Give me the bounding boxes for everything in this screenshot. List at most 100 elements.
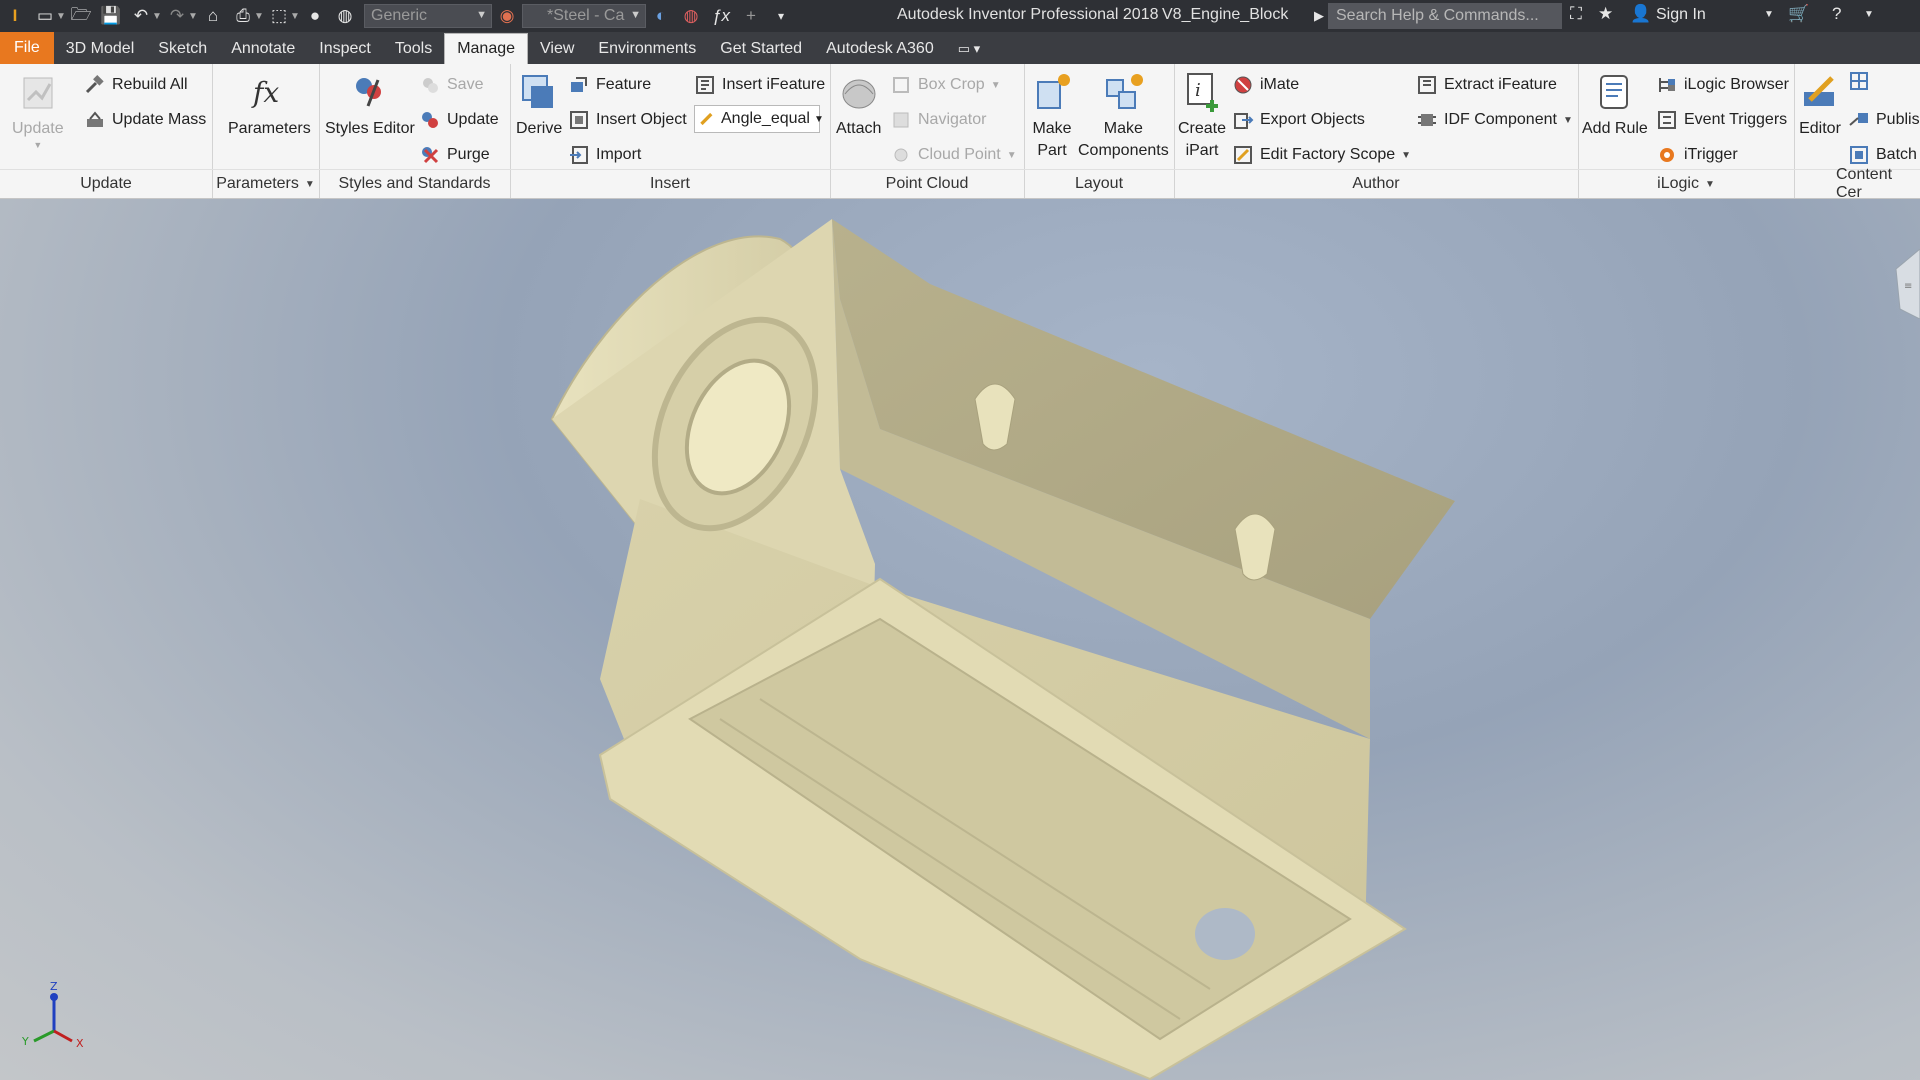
tab-inspect[interactable]: Inspect	[307, 34, 383, 64]
chevron-down-icon: ▼	[1562, 114, 1573, 126]
panel-ilogic: Add Rule iLogic Browser Event Triggers i…	[1578, 64, 1795, 198]
chevron-down-icon[interactable]: ▼	[254, 11, 264, 22]
tab-autodesk-a360[interactable]: Autodesk A360	[814, 34, 946, 64]
select-icon[interactable]: ⬚	[266, 3, 292, 29]
inventor-logo-icon[interactable]: I	[2, 3, 28, 29]
tab-sketch[interactable]: Sketch	[146, 34, 219, 64]
measure-icon[interactable]: ●	[302, 3, 328, 29]
styles-update-button[interactable]: Update	[419, 107, 499, 133]
styles-editor-button[interactable]: Styles Editor	[325, 70, 415, 140]
styles-save-button[interactable]: Save	[419, 72, 483, 98]
itrigger-button[interactable]: iTrigger	[1656, 142, 1738, 168]
favorites-star-icon[interactable]: ★	[1598, 4, 1613, 24]
tab-tools[interactable]: Tools	[383, 34, 444, 64]
tab-environments[interactable]: Environments	[586, 34, 708, 64]
panel-title-parameters[interactable]: Parameters ▼	[212, 169, 319, 198]
sign-in-link[interactable]: Sign In	[1656, 6, 1706, 24]
open-folder-icon[interactable]: 🗁	[68, 3, 94, 29]
feature-button[interactable]: Feature	[568, 72, 651, 98]
tab-view[interactable]: View	[528, 34, 586, 64]
update-mass-button[interactable]: Update Mass	[84, 107, 206, 133]
rebuild-all-button[interactable]: Rebuild All	[84, 72, 188, 98]
panel-update: Update ▼ Rebuild All Update Mass Update	[0, 64, 213, 198]
help-icon[interactable]: ?	[1832, 4, 1841, 24]
update-button[interactable]: Update ▼	[12, 70, 64, 150]
tab-3d-model[interactable]: 3D Model	[54, 34, 146, 64]
edit-factory-scope-button[interactable]: Edit Factory Scope ▼	[1232, 142, 1411, 168]
add-rule-button[interactable]: Add Rule	[1582, 70, 1648, 140]
cc-batch-label: Batch	[1876, 146, 1917, 163]
graphics-viewport[interactable]: ≡ Z Y X	[0, 199, 1920, 1080]
idf-component-button[interactable]: IDF Component ▼	[1416, 107, 1573, 133]
panel-title-ilogic[interactable]: iLogic ▼	[1578, 169, 1794, 198]
chevron-down-icon[interactable]: ▼	[188, 11, 198, 22]
derive-icon	[522, 75, 554, 108]
parameters-button[interactable]: fx Parameters	[228, 70, 311, 140]
insert-ifeature-button[interactable]: Insert iFeature	[694, 72, 825, 98]
navigator-button[interactable]: Navigator	[890, 107, 986, 133]
tab-get-started[interactable]: Get Started	[708, 34, 814, 64]
binoculars-icon[interactable]: ⛶	[1570, 4, 1582, 24]
chevron-down-icon[interactable]: ▼	[290, 11, 300, 22]
imate-label: iMate	[1260, 76, 1300, 93]
box-crop-button[interactable]: Box Crop ▼	[890, 72, 1001, 98]
expand-arrow-icon[interactable]: ▶	[1314, 8, 1324, 24]
tab-annotate[interactable]: Annotate	[219, 34, 307, 64]
new-file-icon[interactable]: ▭	[32, 3, 58, 29]
plus-icon[interactable]: +	[738, 3, 764, 29]
update-mass-label: Update Mass	[112, 111, 207, 128]
adjust-icon[interactable]: ◐	[648, 3, 674, 29]
engine-block-model[interactable]	[0, 199, 1920, 1080]
create-ipart-button[interactable]: i Create iPart	[1178, 70, 1226, 162]
material-combo[interactable]: *Steel - Ca ▼	[522, 4, 646, 28]
undo-icon[interactable]: ↶	[128, 3, 154, 29]
chevron-down-icon[interactable]: ▼	[1764, 9, 1774, 20]
cloud-point-button[interactable]: Cloud Point ▼	[890, 142, 1017, 168]
export-objects-button[interactable]: Export Objects	[1232, 107, 1365, 133]
chevron-down-icon: ▼	[33, 140, 43, 150]
import-button[interactable]: Import	[568, 142, 641, 168]
make-components-label-1: Make	[1103, 120, 1143, 137]
event-triggers-icon	[1658, 111, 1676, 129]
itrigger-label: iTrigger	[1684, 146, 1738, 163]
redo-icon[interactable]: ↷	[164, 3, 190, 29]
cc-batch-button[interactable]: Batch	[1848, 142, 1917, 168]
insert-object-icon	[570, 111, 588, 129]
event-triggers-button[interactable]: Event Triggers	[1656, 107, 1787, 133]
home-icon[interactable]: ⌂	[200, 3, 226, 29]
user-icon[interactable]: 👤	[1630, 4, 1651, 24]
ilogic-browser-button[interactable]: iLogic Browser	[1656, 72, 1789, 98]
make-components-button[interactable]: Make Components	[1078, 70, 1169, 162]
chevron-down-icon[interactable]: ▼	[1864, 9, 1874, 20]
customize-icon[interactable]: ▾	[768, 3, 794, 29]
tab-file[interactable]: File	[0, 32, 54, 64]
cc-top-button[interactable]	[1848, 68, 1876, 94]
print-icon[interactable]: ⎙	[230, 3, 256, 29]
appearance-globe-icon[interactable]: ◍	[332, 3, 358, 29]
fx-icon[interactable]: ƒx	[708, 3, 734, 29]
chevron-down-icon: ▼	[304, 178, 315, 190]
angle-equal-combo[interactable]: Angle_equal ▼	[694, 105, 824, 133]
color-wheel-icon[interactable]: ◉	[494, 3, 520, 29]
styles-purge-button[interactable]: Purge	[419, 142, 490, 168]
insert-object-button[interactable]: Insert Object	[568, 107, 687, 133]
appearance-combo[interactable]: Generic ▼	[364, 4, 492, 28]
cart-icon[interactable]: 🛒	[1788, 4, 1809, 24]
cc-publish-button[interactable]: Publis	[1848, 107, 1920, 133]
help-search-input[interactable]: Search Help & Commands...	[1328, 3, 1562, 29]
make-part-button[interactable]: Make Part	[1030, 70, 1074, 162]
derive-button[interactable]: Derive	[516, 70, 562, 140]
tab-manage[interactable]: Manage	[444, 33, 529, 64]
chevron-down-icon[interactable]: ▼	[152, 11, 162, 22]
ribbon-options-icon[interactable]: ▭ ▾	[946, 34, 992, 64]
save-icon[interactable]: 💾	[98, 3, 124, 29]
viewcube[interactable]: ≡	[1890, 249, 1920, 319]
pencil-icon	[700, 112, 713, 126]
extract-ifeature-button[interactable]: Extract iFeature	[1416, 72, 1557, 98]
clear-appearance-icon[interactable]: ◍	[678, 3, 704, 29]
cc-editor-button[interactable]: Editor	[1798, 70, 1842, 140]
chevron-down-icon[interactable]: ▼	[56, 11, 66, 22]
attach-button[interactable]: Attach	[836, 70, 881, 140]
cc-publish-label: Publis	[1876, 111, 1920, 128]
imate-button[interactable]: iMate	[1232, 72, 1299, 98]
